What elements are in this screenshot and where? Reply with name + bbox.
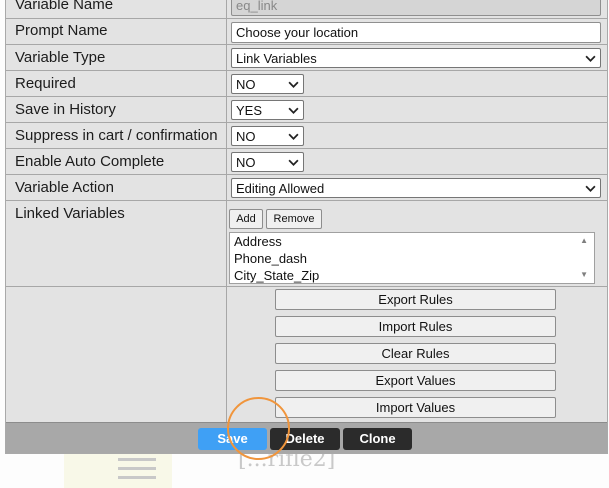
export-values-button[interactable]: Export Values — [275, 370, 556, 391]
label-suppress: Suppress in cart / confirmation — [6, 123, 227, 148]
value-save-in-history: YES — [227, 97, 607, 122]
suppress-select[interactable]: NO — [231, 126, 304, 146]
variable-type-value: Link Variables — [236, 51, 317, 66]
value-variable-name: eq_link — [227, 0, 607, 18]
row-variable-name: Variable Name eq_link — [6, 0, 607, 19]
remove-button[interactable]: Remove — [266, 209, 322, 229]
row-required: Required NO — [6, 71, 607, 97]
label-auto-complete: Enable Auto Complete — [6, 149, 227, 174]
label-prompt-name: Prompt Name — [6, 19, 227, 44]
dialog-footer: Save Delete Clone — [6, 422, 607, 453]
chevron-down-icon — [288, 133, 299, 140]
value-required: NO — [227, 71, 607, 96]
value-linked-variables: Add Remove Address Phone_dash City_State… — [227, 201, 607, 286]
variable-type-select[interactable]: Link Variables — [231, 48, 601, 68]
triangle-down-icon[interactable]: ▼ — [580, 270, 588, 279]
linked-variables-list[interactable]: Address Phone_dash City_State_Zip ▲ ▼ — [229, 232, 595, 284]
chevron-down-icon — [585, 55, 596, 62]
label-variable-type: Variable Type — [6, 45, 227, 70]
value-suppress: NO — [227, 123, 607, 148]
chevron-down-icon — [288, 107, 299, 114]
row-variable-type: Variable Type Link Variables — [6, 45, 607, 71]
chevron-down-icon — [288, 81, 299, 88]
import-rules-button[interactable]: Import Rules — [275, 316, 556, 337]
label-variable-action: Variable Action — [6, 175, 227, 200]
variable-editor-dialog: Variable Name eq_link Prompt Name Choose… — [5, 0, 608, 454]
label-linked-variables: Linked Variables — [6, 201, 227, 286]
row-variable-action: Variable Action Editing Allowed — [6, 175, 607, 201]
row-linked-variables: Linked Variables Add Remove Address Phon… — [6, 201, 607, 287]
required-select[interactable]: NO — [231, 74, 304, 94]
suppress-value: NO — [236, 129, 256, 144]
clone-button[interactable]: Clone — [343, 428, 412, 450]
row-rules-actions: Export Rules Import Rules Clear Rules Ex… — [6, 287, 607, 422]
value-variable-action: Editing Allowed — [227, 175, 607, 200]
linked-variables-panel: Add Remove Address Phone_dash City_State… — [229, 209, 599, 289]
value-auto-complete: NO — [227, 149, 607, 174]
row-suppress: Suppress in cart / confirmation NO — [6, 123, 607, 149]
auto-complete-value: NO — [236, 155, 256, 170]
row-prompt-name: Prompt Name Choose your location — [6, 19, 607, 45]
auto-complete-select[interactable]: NO — [231, 152, 304, 172]
save-in-history-value: YES — [236, 103, 263, 118]
variable-action-select[interactable]: Editing Allowed — [231, 178, 601, 198]
row-auto-complete: Enable Auto Complete NO — [6, 149, 607, 175]
label-save-in-history: Save in History — [6, 97, 227, 122]
label-variable-name: Variable Name — [6, 0, 227, 18]
add-button[interactable]: Add — [229, 209, 263, 229]
list-item[interactable]: City_State_Zip — [230, 267, 594, 284]
export-rules-button[interactable]: Export Rules — [275, 289, 556, 310]
cursor-highlight — [227, 397, 290, 460]
clear-rules-button[interactable]: Clear Rules — [275, 343, 556, 364]
triangle-up-icon[interactable]: ▲ — [580, 236, 588, 245]
label-rules-empty — [6, 287, 227, 422]
import-values-button[interactable]: Import Values — [275, 397, 556, 418]
variable-action-value: Editing Allowed — [236, 181, 325, 196]
value-variable-type: Link Variables — [227, 45, 607, 70]
value-prompt-name: Choose your location — [227, 19, 607, 44]
list-item[interactable]: Address — [230, 233, 594, 250]
row-save-in-history: Save in History YES — [6, 97, 607, 123]
variable-name-input[interactable]: eq_link — [231, 0, 601, 16]
chevron-down-icon — [585, 185, 596, 192]
required-value: NO — [236, 77, 256, 92]
prompt-name-input[interactable]: Choose your location — [231, 22, 601, 43]
list-item[interactable]: Phone_dash — [230, 250, 594, 267]
rules-buttons-panel: Export Rules Import Rules Clear Rules Ex… — [227, 287, 607, 422]
chevron-down-icon — [288, 159, 299, 166]
label-required: Required — [6, 71, 227, 96]
save-in-history-select[interactable]: YES — [231, 100, 304, 120]
